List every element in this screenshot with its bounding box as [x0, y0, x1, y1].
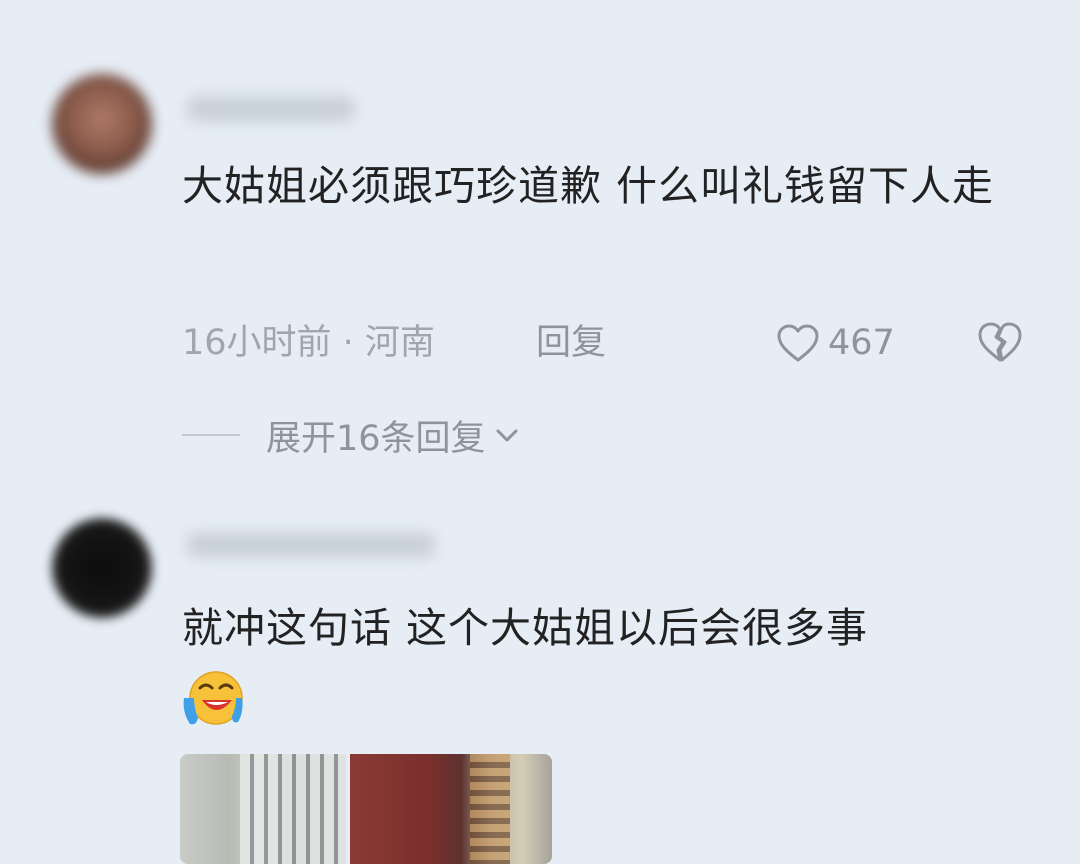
crying-laughing-emoji-icon: [183, 671, 243, 725]
comment-text: 大姑姐必须跟巧珍道歉 什么叫礼钱留下人走: [182, 162, 995, 210]
comment-meta: 16小时前 · 河南 回复 467: [182, 318, 1032, 368]
comment-time-location: 16小时前 · 河南: [182, 323, 435, 363]
expand-replies-label: 展开16条回复: [266, 418, 486, 459]
expand-divider: [182, 434, 240, 436]
chevron-down-icon: [496, 429, 518, 442]
broken-heart-icon: [978, 322, 1022, 362]
avatar[interactable]: [52, 518, 152, 618]
heart-outline-icon: [777, 324, 819, 362]
image-left-building: [240, 754, 346, 864]
image-right: [350, 754, 552, 864]
dislike-button[interactable]: [976, 320, 1024, 378]
image-right-building: [470, 754, 510, 864]
reply-button[interactable]: 回复: [536, 318, 606, 368]
like-count: 467: [828, 323, 895, 363]
comment-text: 就冲这句话 这个大姑姐以后会很多事: [182, 604, 869, 652]
like-button[interactable]: 467: [776, 318, 895, 368]
comment-image[interactable]: [180, 754, 552, 864]
username-redacted[interactable]: [186, 532, 436, 558]
avatar[interactable]: [52, 74, 152, 174]
username-redacted[interactable]: [186, 96, 356, 122]
expand-replies-button[interactable]: 展开16条回复: [182, 410, 522, 460]
